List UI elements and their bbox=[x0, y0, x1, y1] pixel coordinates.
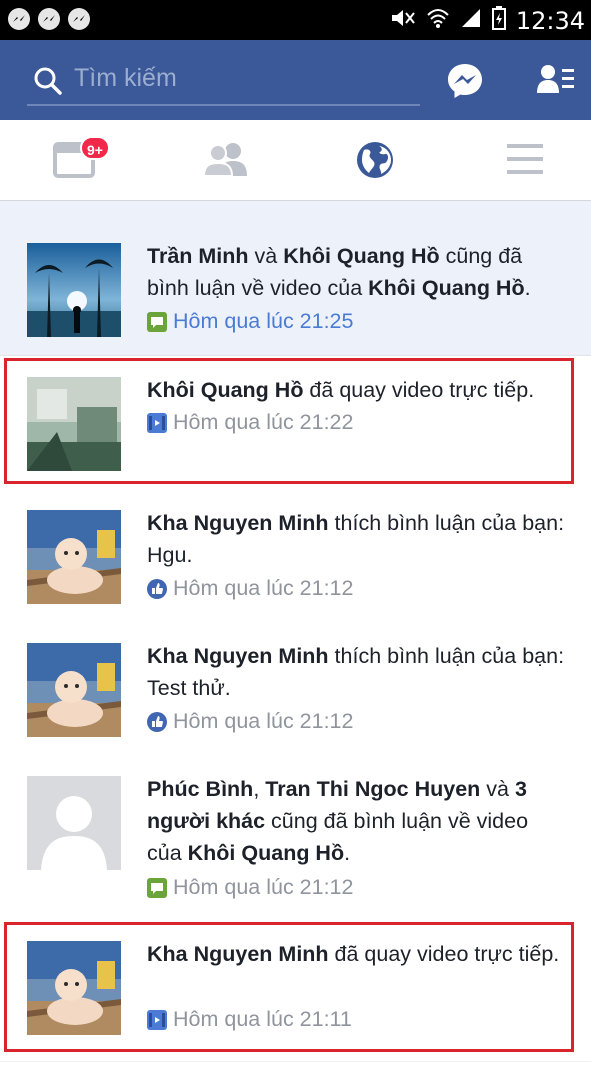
like-icon bbox=[147, 711, 167, 732]
notification-thumbnail bbox=[27, 243, 121, 337]
notification-text: Phúc Bình, Tran Thi Ngoc Huyen và 3 ngườ… bbox=[147, 777, 529, 865]
search-placeholder: Tìm kiếm bbox=[74, 64, 177, 92]
messenger-notification-icon bbox=[38, 8, 60, 30]
notification-time: Hôm qua lúc 21:12 bbox=[147, 875, 353, 900]
tab-notifications[interactable] bbox=[325, 120, 425, 200]
menu-icon bbox=[507, 144, 543, 179]
notification-item[interactable]: Trần Minh và Khôi Quang Hồ cũng đã bình … bbox=[0, 201, 591, 356]
battery-icon bbox=[491, 6, 506, 35]
clock: 12:34 bbox=[515, 6, 585, 35]
like-icon bbox=[147, 578, 167, 599]
feed-notification-badge: 9+ bbox=[80, 136, 110, 160]
notification-thumbnail bbox=[27, 643, 121, 737]
wifi-icon bbox=[426, 7, 450, 34]
notification-time: Hôm qua lúc 21:12 bbox=[147, 709, 353, 734]
friend-requests-icon[interactable] bbox=[537, 64, 575, 99]
notification-item[interactable]: Kha Nguyen Minh thích bình luận của bạn:… bbox=[0, 489, 591, 622]
search-icon bbox=[33, 66, 63, 101]
notification-time: Hôm qua lúc 21:12 bbox=[147, 576, 353, 601]
tab-news-feed[interactable] bbox=[25, 120, 125, 200]
notification-thumbnail bbox=[27, 510, 121, 604]
messenger-notification-icon bbox=[8, 8, 30, 30]
notification-text: Kha Nguyen Minh thích bình luận của bạn:… bbox=[147, 644, 565, 700]
signal-icon bbox=[460, 7, 482, 34]
comment-icon bbox=[147, 311, 167, 332]
mute-icon bbox=[390, 7, 416, 34]
globe-icon bbox=[355, 140, 395, 185]
notification-text: Kha Nguyen Minh thích bình luận của bạn:… bbox=[147, 511, 565, 567]
comment-icon bbox=[147, 877, 167, 898]
notification-text: Trần Minh và Khôi Quang Hồ cũng đã bình … bbox=[147, 244, 531, 300]
messenger-notification-icon bbox=[68, 8, 90, 30]
notification-thumbnail bbox=[27, 776, 121, 870]
notification-item[interactable]: Phúc Bình, Tran Thi Ngoc Huyen và 3 ngườ… bbox=[0, 755, 591, 920]
tab-menu[interactable] bbox=[475, 120, 575, 200]
top-bar: Tìm kiếm bbox=[0, 40, 591, 120]
list-divider bbox=[0, 1061, 591, 1062]
notification-time: Hôm qua lúc 21:25 bbox=[147, 309, 353, 334]
friends-icon bbox=[202, 142, 249, 181]
highlight-box bbox=[4, 358, 574, 484]
tab-friends[interactable] bbox=[175, 120, 275, 200]
notification-item[interactable]: Kha Nguyen Minh thích bình luận của bạn:… bbox=[0, 622, 591, 755]
notifications-list: Trần Minh và Khôi Quang Hồ cũng đã bình … bbox=[0, 201, 591, 1066]
status-bar: 12:34 bbox=[0, 0, 591, 40]
highlight-box bbox=[4, 922, 574, 1052]
tab-bar bbox=[0, 120, 591, 201]
search-input[interactable]: Tìm kiếm bbox=[27, 58, 420, 106]
messenger-icon[interactable] bbox=[446, 62, 484, 105]
